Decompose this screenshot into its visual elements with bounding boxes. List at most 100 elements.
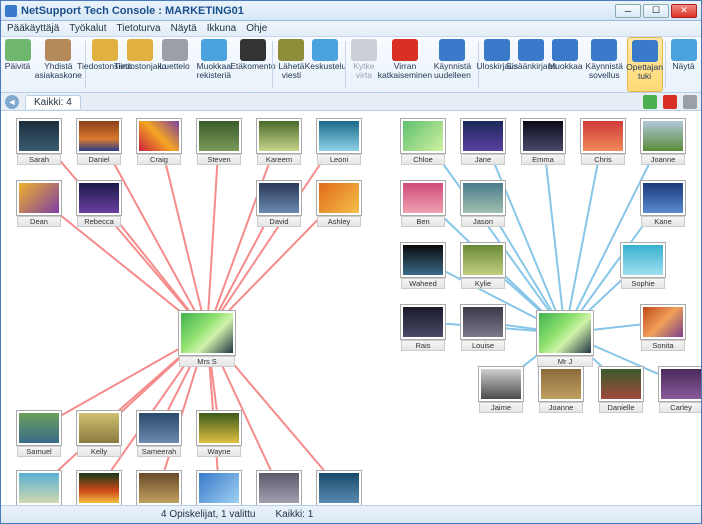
settings-icon[interactable] (683, 95, 697, 109)
minimize-button[interactable]: ─ (615, 4, 641, 18)
thumbnail-image (197, 119, 241, 153)
client-bobby[interactable]: Bobby (17, 471, 61, 505)
client-steven[interactable]: Steven (197, 119, 241, 165)
thumbnail-image (461, 181, 505, 215)
menu-tietoturva[interactable]: Tietoturva (117, 23, 161, 34)
client-t-jay[interactable]: T-Jay (137, 471, 181, 505)
maximize-button[interactable]: ☐ (643, 4, 669, 18)
thumbnail-label: Mr J (537, 356, 593, 367)
thumbnail-image (137, 411, 181, 445)
etakomento-icon (240, 39, 266, 61)
ribbon-muokkaa[interactable]: Muokkaa (549, 37, 583, 92)
client-james[interactable]: James (197, 471, 241, 505)
client-kylie[interactable]: Kylie (461, 243, 505, 289)
ribbon-paivita[interactable]: Päivitä (1, 37, 35, 92)
client-jane[interactable]: Jane (461, 119, 505, 165)
thumbnail-image (581, 119, 625, 153)
thumbnail-label: Sameerah (137, 446, 181, 457)
client-sonita[interactable]: Sonita (641, 305, 685, 351)
tab-all[interactable]: Kaikki: 4 (25, 95, 81, 109)
menu-ohje[interactable]: Ohje (246, 23, 267, 34)
ribbon-opettajan[interactable]: Opettajan tuki (627, 37, 663, 92)
hub-mrs s[interactable]: Mrs S (179, 311, 235, 367)
status-group: Kaikki: 1 (276, 509, 314, 520)
client-wayne[interactable]: Wayne (197, 411, 241, 457)
client-carlos[interactable]: Carlos (257, 471, 301, 505)
client-sanjay[interactable]: Sanjay (317, 471, 361, 505)
client-sophie[interactable]: Sophie (621, 243, 665, 289)
ribbon-etakomento[interactable]: Etäkomento (236, 37, 270, 92)
thumbnail-image (641, 181, 685, 215)
client-ashley[interactable]: Ashley (317, 181, 361, 227)
client-carley[interactable]: Carley (659, 367, 701, 413)
thumbnail-label: Carley (659, 402, 701, 413)
thumbnail-image (539, 367, 583, 401)
thumbnail-label: Sophie (621, 278, 665, 289)
window-title: NetSupport Tech Console : MARKETING01 (21, 5, 615, 17)
sisaankirjaus-icon (518, 39, 544, 61)
menu-näytä[interactable]: Näytä (171, 23, 197, 34)
thumbnail-image (521, 119, 565, 153)
client-david[interactable]: David (257, 181, 301, 227)
network-canvas[interactable]: Mrs S Mr J Sarah Daniel Craig Steven Kareem Leo… (1, 111, 701, 505)
ribbon-nayta[interactable]: Näytä (667, 37, 701, 92)
thumbnail-label: Kelly (77, 446, 121, 457)
ribbon-label: Virran katkaiseminen (378, 62, 432, 80)
client-jason[interactable]: Jason (461, 181, 505, 227)
thumbnail-image (77, 181, 121, 215)
thumbnail-label: Emma (521, 154, 565, 165)
menu-työkalut[interactable]: Työkalut (69, 23, 106, 34)
ribbon-label: Etäkomento (230, 62, 275, 71)
client-louise[interactable]: Louise (461, 305, 505, 351)
thumbnail-image (17, 181, 61, 215)
menu-pääkäyttäjä[interactable]: Pääkäyttäjä (7, 23, 59, 34)
menu-ikkuna[interactable]: Ikkuna (207, 23, 236, 34)
ribbon-luettelo[interactable]: Luettelo (158, 37, 192, 92)
close-button[interactable]: ✕ (671, 4, 697, 18)
ribbon-label: Käynnistä sovellus (586, 62, 623, 80)
virran-icon (392, 39, 418, 61)
client-danielle[interactable]: Danielle (599, 367, 643, 413)
client-jaime[interactable]: Jaime (479, 367, 523, 413)
client-craig[interactable]: Craig (137, 119, 181, 165)
ribbon-keskustelu[interactable]: Keskustelu (309, 37, 343, 92)
client-joanne[interactable]: Joanne (641, 119, 685, 165)
client-chloe[interactable]: Chloe (401, 119, 445, 165)
client-chris[interactable]: Chris (581, 119, 625, 165)
thumbnail-image (257, 119, 301, 153)
hub-mr j[interactable]: Mr J (537, 311, 593, 367)
remove-icon[interactable] (663, 95, 677, 109)
client-dean[interactable]: Dean (17, 181, 61, 227)
ribbon-label: Yhdistä asiakaskone (35, 62, 82, 80)
ribbon-sovellus[interactable]: Käynnistä sovellus (583, 37, 627, 92)
client-sarah[interactable]: Sarah (17, 119, 61, 165)
thumbnail-label: Mrs S (179, 356, 235, 367)
client-samuel[interactable]: Samuel (17, 411, 61, 457)
ribbon-virran[interactable]: Virran katkaiseminen (381, 37, 429, 92)
ribbon-asiakaskone[interactable]: Yhdistä asiakaskone (35, 37, 83, 92)
thumbnail-image (401, 119, 445, 153)
client-daniel[interactable]: Daniel (77, 119, 121, 165)
client-sameerah[interactable]: Sameerah (137, 411, 181, 457)
ribbon-sisaankirjaus[interactable]: Sisäänkirjaus (515, 37, 549, 92)
ribbon-tiedostonjako[interactable]: Tiedostonjako (123, 37, 158, 92)
thumbnail-image (537, 311, 593, 355)
client-ben[interactable]: Ben (401, 181, 445, 227)
client-beth[interactable]: Beth (77, 471, 121, 505)
ribbon-uudelleen[interactable]: Käynnistä uudelleen (430, 37, 477, 92)
client-kareem[interactable]: Kareem (257, 119, 301, 165)
client-rebecca[interactable]: Rebecca (77, 181, 121, 227)
client-kelly[interactable]: Kelly (77, 411, 121, 457)
back-button[interactable]: ◄ (5, 95, 19, 109)
add-icon[interactable] (643, 95, 657, 109)
client-waheed[interactable]: Waheed (401, 243, 445, 289)
thumbnail-image (461, 305, 505, 339)
client-joanne[interactable]: Joanne (539, 367, 583, 413)
status-students: 4 Opiskelijat, 1 valittu (161, 509, 256, 520)
asiakaskone-icon (45, 39, 71, 61)
client-kane[interactable]: Kane (641, 181, 685, 227)
client-rais[interactable]: Rais (401, 305, 445, 351)
client-leoni[interactable]: Leoni (317, 119, 361, 165)
keskustelu-icon (312, 39, 338, 61)
client-emma[interactable]: Emma (521, 119, 565, 165)
